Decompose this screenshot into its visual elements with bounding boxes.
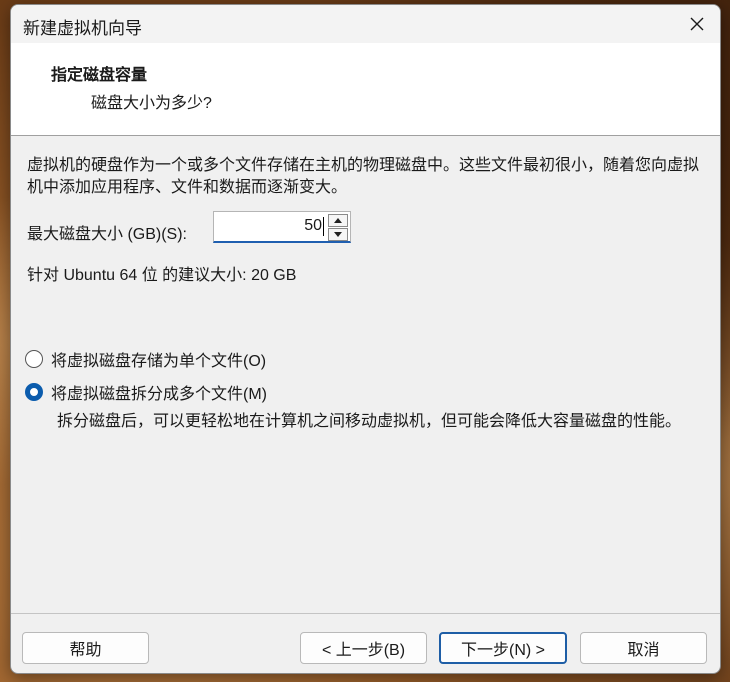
help-button[interactable]: 帮助 — [22, 632, 149, 664]
title-bar: 新建虚拟机向导 — [11, 5, 720, 43]
max-disk-size-value[interactable]: 50 — [304, 217, 322, 235]
page-title: 指定磁盘容量 — [51, 67, 148, 84]
window-title: 新建虚拟机向导 — [23, 19, 142, 38]
disk-description: 虚拟机的硬盘作为一个或多个文件存储在主机的物理磁盘中。这些文件最初很小，随着您向… — [27, 157, 700, 196]
radio-split-files[interactable]: 将虚拟磁盘拆分成多个文件(M) — [25, 380, 267, 404]
cancel-button[interactable]: 取消 — [580, 632, 707, 664]
text-caret — [323, 217, 324, 236]
triangle-down-icon — [334, 232, 342, 237]
radio-single-file-label[interactable]: 将虚拟磁盘存储为单个文件(O) — [51, 347, 266, 371]
spin-down-button[interactable] — [328, 228, 348, 241]
back-button[interactable]: < 上一步(B) — [300, 632, 427, 664]
page-subtitle: 磁盘大小为多少? — [91, 95, 212, 112]
wizard-header: 指定磁盘容量 磁盘大小为多少? — [11, 43, 720, 136]
recommended-size-text: 针对 Ubuntu 64 位 的建议大小: 20 GB — [27, 267, 297, 284]
close-button[interactable] — [674, 5, 720, 43]
radio-single-file[interactable]: 将虚拟磁盘存储为单个文件(O) — [25, 347, 266, 371]
max-disk-size-spinbox[interactable]: 50 — [213, 211, 351, 243]
radio-split-files-label[interactable]: 将虚拟磁盘拆分成多个文件(M) — [51, 380, 267, 404]
radio-single-file-button[interactable] — [25, 350, 43, 368]
max-disk-size-label: 最大磁盘大小 (GB)(S): — [27, 226, 187, 243]
close-icon — [690, 17, 704, 31]
spin-up-button[interactable] — [328, 214, 348, 227]
radio-split-files-button[interactable] — [25, 383, 43, 401]
split-description: 拆分磁盘后，可以更轻松地在计算机之间移动虚拟机，但可能会降低大容量磁盘的性能。 — [57, 413, 682, 430]
wizard-content: 虚拟机的硬盘作为一个或多个文件存储在主机的物理磁盘中。这些文件最初很小，随着您向… — [11, 136, 720, 673]
next-button[interactable]: 下一步(N) > — [439, 632, 567, 664]
footer-divider — [11, 613, 720, 614]
new-vm-wizard-dialog: 新建虚拟机向导 指定磁盘容量 磁盘大小为多少? 虚拟机的硬盘作为一个或多个文件存… — [10, 4, 721, 674]
triangle-up-icon — [334, 218, 342, 223]
